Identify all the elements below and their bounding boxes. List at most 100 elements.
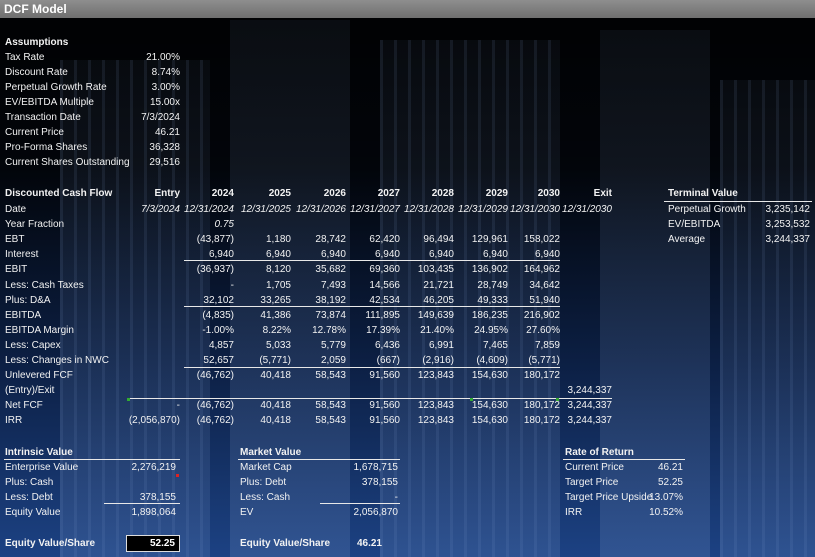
dcf-column-header: 2028 [431, 188, 454, 199]
dcf-cell: 216,902 [523, 309, 560, 321]
dcf-cell: 7,859 [534, 339, 560, 351]
dcf-column-header: 2029 [485, 188, 508, 199]
assumption-value: 46.21 [154, 127, 180, 138]
market-value: 378,155 [361, 477, 398, 488]
terminal-value: 3,235,142 [765, 204, 811, 215]
assumption-label: Perpetual Growth Rate [5, 82, 107, 93]
background-building [720, 80, 815, 557]
rule [104, 503, 180, 504]
intrinsic-equity-per-share-value: 52.25 [126, 535, 180, 552]
intrinsic-equity-per-share-label: Equity Value/Share [5, 538, 96, 549]
terminal-label: Perpetual Growth [668, 204, 746, 215]
dcf-column-header: 2025 [268, 188, 291, 199]
dcf-row-label: EBITDA [5, 309, 42, 321]
assumption-label: Tax Rate [5, 52, 45, 63]
dcf-cell: 3,244,337 [567, 415, 613, 427]
dcf-row-label: (Entry)/Exit [5, 385, 55, 397]
assumption-label: EV/EBITDA Multiple [5, 97, 94, 108]
intrinsic-label: Less: Debt [5, 492, 53, 503]
assumption-label: Transaction Date [5, 112, 81, 123]
assumption-value: 36,328 [149, 142, 180, 153]
dcf-column-header: Entry [154, 188, 180, 199]
sheet-title: DCF Model [4, 2, 67, 16]
dcf-column-header: Exit [593, 188, 612, 199]
assumptions-heading: Assumptions [5, 37, 69, 48]
market-equity-per-share-label: Equity Value/Share [240, 538, 331, 549]
dcf-heading: Discounted Cash Flow [5, 188, 113, 199]
ror-label: IRR [565, 507, 583, 518]
market-heading: Market Value [240, 447, 302, 458]
dcf-row-label: EBITDA Margin [5, 324, 74, 336]
dcf-row-label: IRR [5, 415, 23, 427]
intrinsic-label: Enterprise Value [5, 462, 79, 473]
dcf-column-header: 2027 [377, 188, 400, 199]
rule [238, 459, 400, 460]
dcf-row-label: Less: Cash Taxes [5, 279, 84, 291]
terminal-value: 3,253,532 [765, 219, 811, 230]
intrinsic-heading: Intrinsic Value [5, 447, 73, 458]
assumption-value: 29,516 [149, 157, 180, 168]
dcf-column-header: 2026 [323, 188, 346, 199]
dcf-cell: 3,244,337 [567, 385, 613, 397]
dcf-cell: 3,244,337 [567, 400, 613, 412]
ror-value: 10.52% [649, 507, 683, 518]
dcf-row-label: Less: Changes in NWC [5, 355, 109, 366]
assumption-value: 8.74% [151, 67, 180, 78]
rule [184, 260, 560, 261]
market-label: Less: Cash [240, 492, 291, 503]
terminal-label: EV/EBITDA [668, 219, 721, 230]
cell-marker [127, 398, 130, 401]
dcf-cell: 51,940 [529, 294, 560, 306]
market-label: Plus: Debt [240, 477, 287, 488]
rule [184, 306, 560, 307]
dcf-row-label: Net FCF [5, 400, 43, 412]
market-label: EV [240, 507, 254, 518]
dcf-cell: (5,771) [528, 355, 560, 366]
rule [130, 398, 612, 399]
dcf-row-label: Year Fraction [5, 219, 65, 231]
intrinsic-value: 1,898,064 [131, 507, 177, 518]
terminal-heading: Terminal Value [668, 188, 738, 199]
rule [184, 367, 560, 368]
dcf-row-label: Date [5, 204, 27, 215]
sheet-title-bar: DCF Model [0, 0, 815, 18]
ror-heading: Rate of Return [565, 447, 634, 458]
dcf-cell: 12/31/2030 [561, 204, 612, 215]
assumption-value: 3.00% [151, 82, 180, 93]
dcf-cell: 180,172 [523, 370, 560, 382]
intrinsic-label: Equity Value [5, 507, 61, 518]
dcf-row-label: EBT [5, 234, 25, 246]
dcf-cell: 158,022 [523, 234, 560, 246]
market-label: Market Cap [240, 462, 292, 473]
assumption-value: 7/3/2024 [141, 112, 180, 123]
assumption-label: Discount Rate [5, 67, 68, 78]
dcf-cell: 34,642 [529, 279, 560, 291]
intrinsic-label: Plus: Cash [5, 477, 54, 488]
market-value: 2,056,870 [353, 507, 399, 518]
ror-value: 46.21 [657, 462, 683, 473]
rule [4, 459, 180, 460]
dcf-cell: 27.60% [526, 324, 560, 336]
dcf-row-label: EBIT [5, 264, 28, 276]
dcf-column-header: 2024 [211, 188, 234, 199]
ror-label: Target Price [565, 477, 619, 488]
dcf-row-label: Interest [5, 249, 39, 261]
terminal-label: Average [668, 234, 706, 245]
market-equity-per-share-value: 46.21 [356, 538, 382, 549]
assumption-value: 21.00% [146, 52, 180, 63]
dcf-row-label: Unlevered FCF [5, 370, 73, 382]
terminal-value: 3,244,337 [765, 234, 811, 245]
dcf-column-header: 2030 [537, 188, 560, 199]
assumption-label: Current Price [5, 127, 64, 138]
ror-value: 52.25 [657, 477, 683, 488]
dcf-cell: 164,962 [523, 264, 560, 276]
dcf-cell: 0.75 [214, 219, 234, 231]
rule [320, 503, 400, 504]
market-value: 1,678,715 [353, 462, 399, 473]
cell-marker [470, 398, 473, 401]
rule [664, 201, 812, 202]
assumption-label: Pro-Forma Shares [5, 142, 88, 153]
assumption-value: 15.00x [149, 97, 180, 108]
cell-marker [556, 398, 559, 401]
cell-marker [176, 474, 179, 477]
